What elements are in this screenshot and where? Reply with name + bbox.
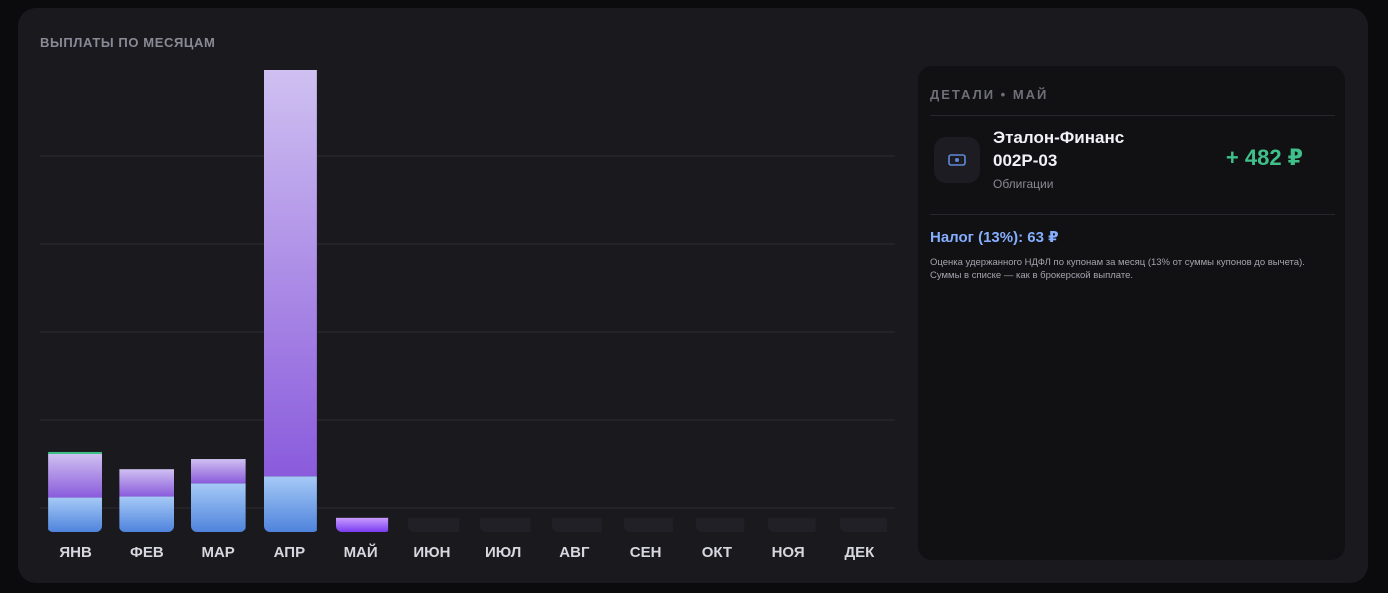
bar-АПР[interactable] xyxy=(262,70,317,532)
month-label: ЯНВ xyxy=(59,544,92,561)
payout-item[interactable]: Эталон-Финанс 002Р-03 Облигации + 482 ₽ xyxy=(930,115,1335,214)
divider xyxy=(930,214,1335,215)
bar-ФЕВ[interactable] xyxy=(119,469,174,532)
bar-placeholder xyxy=(696,518,745,532)
bar-placeholder xyxy=(408,518,460,532)
monthly-payouts-card: ВЫПЛАТЫ ПО МЕСЯЦАМ ЯНВ ФЕВ МАР АПР МАЙ И… xyxy=(18,8,1368,583)
bar-ДЕК[interactable] xyxy=(832,518,887,532)
bar-segment xyxy=(119,496,174,532)
bar-segment xyxy=(191,459,246,484)
grid-lines xyxy=(40,155,895,509)
bar-segment xyxy=(191,483,246,532)
month-label: МАЙ xyxy=(344,543,378,561)
bar-placeholder xyxy=(624,518,674,532)
bar-ЯНВ[interactable] xyxy=(48,451,103,532)
cash-icon xyxy=(934,137,980,183)
bar-segment xyxy=(264,476,317,532)
details-panel: ДЕТАЛИ • МАЙ Эталон-Финанс 002Р-03 Облиг… xyxy=(918,66,1345,560)
month-label: НОЯ xyxy=(772,544,805,561)
bar-МАР[interactable] xyxy=(191,459,246,532)
tax-line: Налог (13%): 63 ₽ xyxy=(930,229,1059,246)
bar-ОКТ[interactable] xyxy=(689,518,745,532)
month-labels: ЯНВ ФЕВ МАР АПР МАЙ ИЮН ИЮЛ АВГ СЕН ОКТ НОЯ ДЕК xyxy=(59,543,875,561)
monthly-payouts-chart: ЯНВ ФЕВ МАР АПР МАЙ ИЮН ИЮЛ АВГ СЕН ОКТ НОЯ ДЕК xyxy=(18,8,918,583)
bar-segment xyxy=(264,70,317,477)
month-label: МАР xyxy=(201,544,234,561)
month-label: ИЮН xyxy=(413,544,450,561)
tax-note: Оценка удержанного НДФЛ по купонам за ме… xyxy=(930,257,1305,281)
item-amount: + 482 ₽ xyxy=(1225,145,1303,170)
bar-СЕН[interactable] xyxy=(618,518,674,532)
bar-placeholder xyxy=(840,518,887,532)
bar-segment xyxy=(48,451,102,454)
chart-svg: ЯНВ ФЕВ МАР АПР МАЙ ИЮН ИЮЛ АВГ СЕН ОКТ НОЯ ДЕК xyxy=(40,70,895,561)
month-label: СЕН xyxy=(630,544,662,561)
bar-segment xyxy=(119,469,174,497)
bar-placeholder xyxy=(480,518,531,532)
item-name: Эталон-Финанс 002Р-03 xyxy=(993,128,1125,170)
item-type: Облигации xyxy=(993,177,1054,191)
bar-НОЯ[interactable] xyxy=(761,518,816,532)
month-label: ДЕК xyxy=(844,544,875,561)
month-label: ИЮЛ xyxy=(485,544,521,561)
month-label: АПР xyxy=(274,544,305,561)
bar-МАЙ[interactable] xyxy=(333,517,389,532)
bar-placeholder xyxy=(768,518,816,532)
bar-placeholder xyxy=(552,518,602,532)
bar-segment xyxy=(336,517,389,532)
bar-segment xyxy=(48,497,102,532)
month-label: АВГ xyxy=(559,544,590,561)
month-label: ФЕВ xyxy=(130,544,164,561)
bar-АВГ[interactable] xyxy=(547,518,602,532)
bar-segment xyxy=(48,453,102,498)
bar-ИЮН[interactable] xyxy=(404,518,460,532)
details-title: ДЕТАЛИ • МАЙ xyxy=(930,87,1049,102)
month-label: ОКТ xyxy=(702,544,732,561)
bar-ИЮЛ[interactable] xyxy=(476,518,531,532)
bars xyxy=(48,70,887,532)
